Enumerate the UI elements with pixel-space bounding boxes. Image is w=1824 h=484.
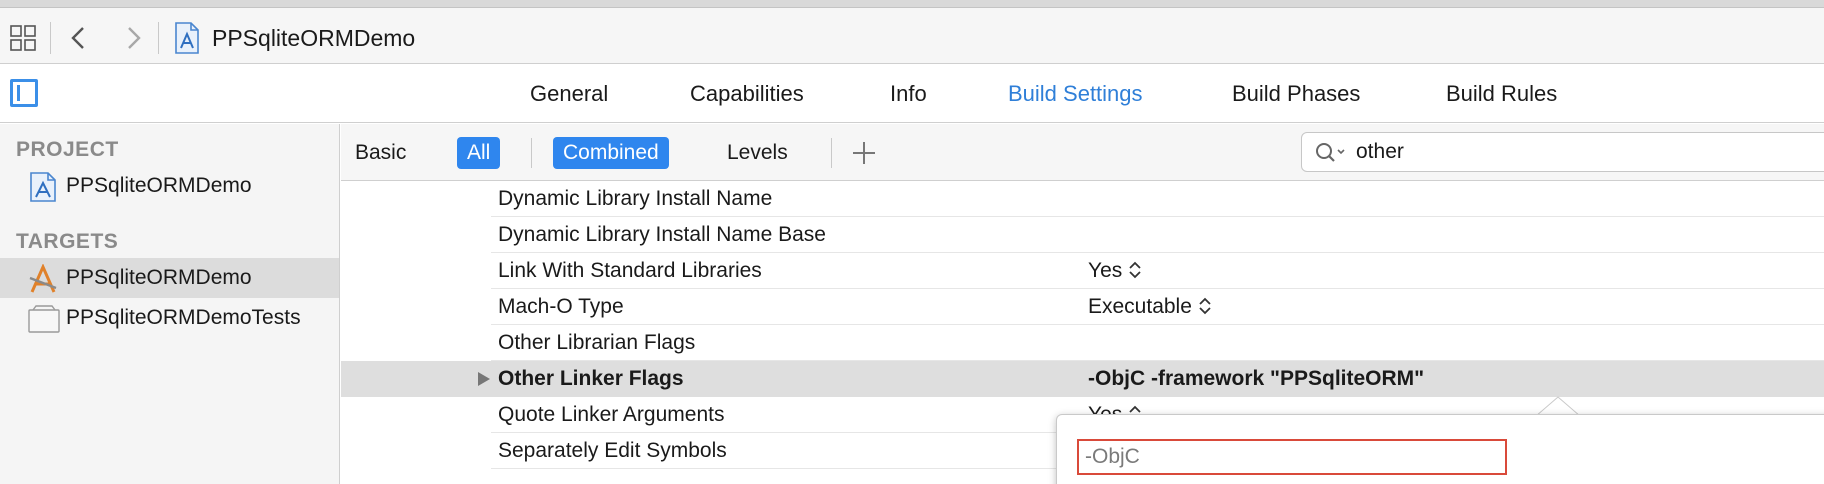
- targets-section-header: TARGETS: [16, 230, 119, 253]
- setting-value-popup[interactable]: Yes: [1088, 253, 1142, 289]
- filter-separator: [531, 138, 532, 168]
- project-section-header: PROJECT: [16, 138, 119, 161]
- xcode-project-icon: [28, 172, 58, 202]
- settings-search-field[interactable]: [1301, 132, 1824, 172]
- add-setting-plus-icon[interactable]: [849, 138, 879, 168]
- table-row[interactable]: Other Librarian Flags: [341, 325, 1824, 361]
- filter-basic-button[interactable]: Basic: [345, 137, 416, 169]
- editor-tab-bar: General Capabilities Info Build Settings…: [0, 65, 1824, 123]
- sidebar-toggle-icon[interactable]: [10, 79, 38, 107]
- table-row[interactable]: Mach-O Type Executable: [341, 289, 1824, 325]
- tab-build-settings[interactable]: Build Settings: [1008, 79, 1143, 109]
- build-settings-filter-bar: Basic All Combined Levels: [341, 124, 1824, 181]
- table-row[interactable]: Dynamic Library Install Name Base: [341, 217, 1824, 253]
- setting-name: Separately Edit Symbols: [498, 439, 727, 462]
- setting-value[interactable]: -ObjC -framework "PPSqliteORM": [1088, 361, 1424, 397]
- flag-entry-field[interactable]: [1077, 439, 1507, 475]
- filter-combined-button[interactable]: Combined: [553, 137, 669, 169]
- setting-name: Other Linker Flags: [498, 367, 684, 390]
- filter-separator: [831, 138, 832, 168]
- project-target-sidebar: PROJECT PPSqliteORMDemo TARGETS PPSqlite…: [0, 124, 340, 484]
- table-row-selected[interactable]: Other Linker Flags -ObjC -framework "PPS…: [341, 361, 1824, 397]
- window-title-strip: [0, 0, 1824, 8]
- xcode-project-file-icon: [174, 22, 200, 54]
- setting-value-popup[interactable]: Executable: [1088, 289, 1212, 325]
- tab-build-phases[interactable]: Build Phases: [1232, 79, 1360, 109]
- sidebar-item-target-app[interactable]: PPSqliteORMDemo: [0, 258, 339, 298]
- setting-name: Other Librarian Flags: [498, 331, 696, 354]
- nav-separator: [158, 22, 159, 54]
- sidebar-item-label: PPSqliteORMDemo: [66, 174, 252, 197]
- search-input[interactable]: [1356, 137, 1824, 167]
- popover-arrow: [1536, 396, 1580, 416]
- setting-name: Link With Standard Libraries: [498, 259, 762, 282]
- search-magnifier-icon[interactable]: [1314, 141, 1348, 165]
- setting-name: Dynamic Library Install Name Base: [498, 223, 826, 246]
- sidebar-item-label: PPSqliteORMDemoTests: [66, 306, 301, 329]
- jump-bar: PPSqliteORMDemo: [0, 8, 1824, 64]
- sidebar-item-project[interactable]: PPSqliteORMDemo: [0, 166, 339, 206]
- back-arrow-icon[interactable]: [64, 22, 94, 54]
- flag-entry-input[interactable]: [1085, 443, 1495, 471]
- related-items-grid-icon[interactable]: [10, 24, 38, 52]
- up-down-chevron-icon: [1199, 297, 1211, 315]
- nav-separator: [50, 22, 51, 54]
- table-row[interactable]: Dynamic Library Install Name: [341, 181, 1824, 217]
- linker-flags-editor-popover: [1056, 414, 1824, 484]
- setting-name: Dynamic Library Install Name: [498, 187, 773, 210]
- table-row[interactable]: Link With Standard Libraries Yes: [341, 253, 1824, 289]
- sidebar-item-target-tests[interactable]: PPSqliteORMDemoTests: [0, 298, 339, 338]
- tab-general[interactable]: General: [530, 79, 608, 109]
- app-target-icon: [28, 263, 58, 294]
- forward-arrow-icon[interactable]: [118, 22, 148, 54]
- filter-levels-button[interactable]: Levels: [717, 137, 798, 169]
- up-down-chevron-icon: [1129, 261, 1141, 279]
- setting-name: Mach-O Type: [498, 295, 624, 318]
- filter-all-button[interactable]: All: [457, 137, 501, 169]
- jump-bar-project-title[interactable]: PPSqliteORMDemo: [212, 22, 415, 54]
- test-bundle-icon: [28, 304, 60, 334]
- tab-info[interactable]: Info: [890, 79, 927, 109]
- tab-build-rules[interactable]: Build Rules: [1446, 79, 1557, 109]
- sidebar-item-label: PPSqliteORMDemo: [66, 266, 252, 289]
- disclosure-triangle-icon[interactable]: [477, 371, 491, 387]
- setting-name: Quote Linker Arguments: [498, 403, 725, 426]
- tab-capabilities[interactable]: Capabilities: [690, 79, 804, 109]
